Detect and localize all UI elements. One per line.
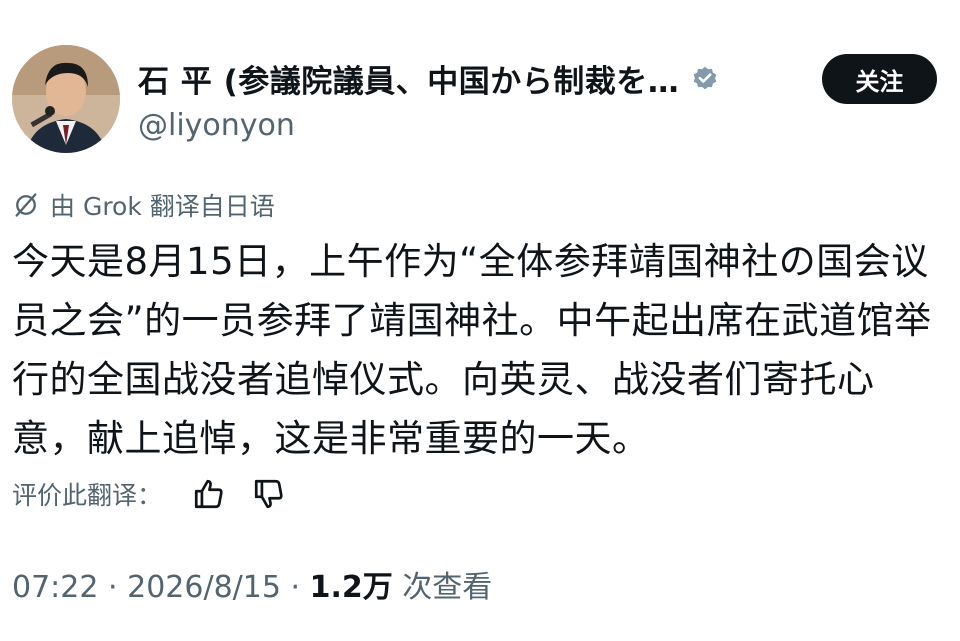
thumbs-down-icon[interactable]: [252, 477, 286, 511]
author-handle[interactable]: @liyonyon: [138, 108, 295, 143]
tweet-date[interactable]: 2026/8/15: [127, 570, 281, 605]
follow-button[interactable]: 关注: [822, 54, 937, 104]
tweet-text: 今天是8月15日，上午作为“全体参拜靖国神社の国会议员之会”的一员参拜了靖国神社…: [12, 240, 932, 460]
meta-separator: ·: [108, 570, 118, 605]
rate-translation-row: 评价此翻译：: [12, 476, 286, 512]
verified-badge-icon: [693, 66, 717, 89]
tweet-meta: 07:22 · 2026/8/15 · 1.2万 次查看: [12, 562, 492, 606]
grok-icon: [15, 193, 37, 217]
author-name-row: 石 平 (参議院議員、中国から制裁を…: [138, 56, 719, 101]
translation-label: 由 Grok 翻译自日语: [50, 192, 275, 221]
thumbs-up-icon[interactable]: [192, 477, 226, 511]
translation-notice[interactable]: 由 Grok 翻译自日语: [12, 187, 275, 223]
views-label: 次查看: [402, 570, 493, 605]
author-display-name[interactable]: 石 平 (参議院議員、中国から制裁を…: [138, 56, 679, 101]
tweet-time[interactable]: 07:22: [12, 570, 98, 605]
views-count: 1.2万: [309, 570, 393, 605]
rate-translation-label: 评价此翻译：: [12, 481, 163, 510]
avatar[interactable]: [12, 45, 120, 153]
meta-separator: ·: [290, 570, 301, 605]
